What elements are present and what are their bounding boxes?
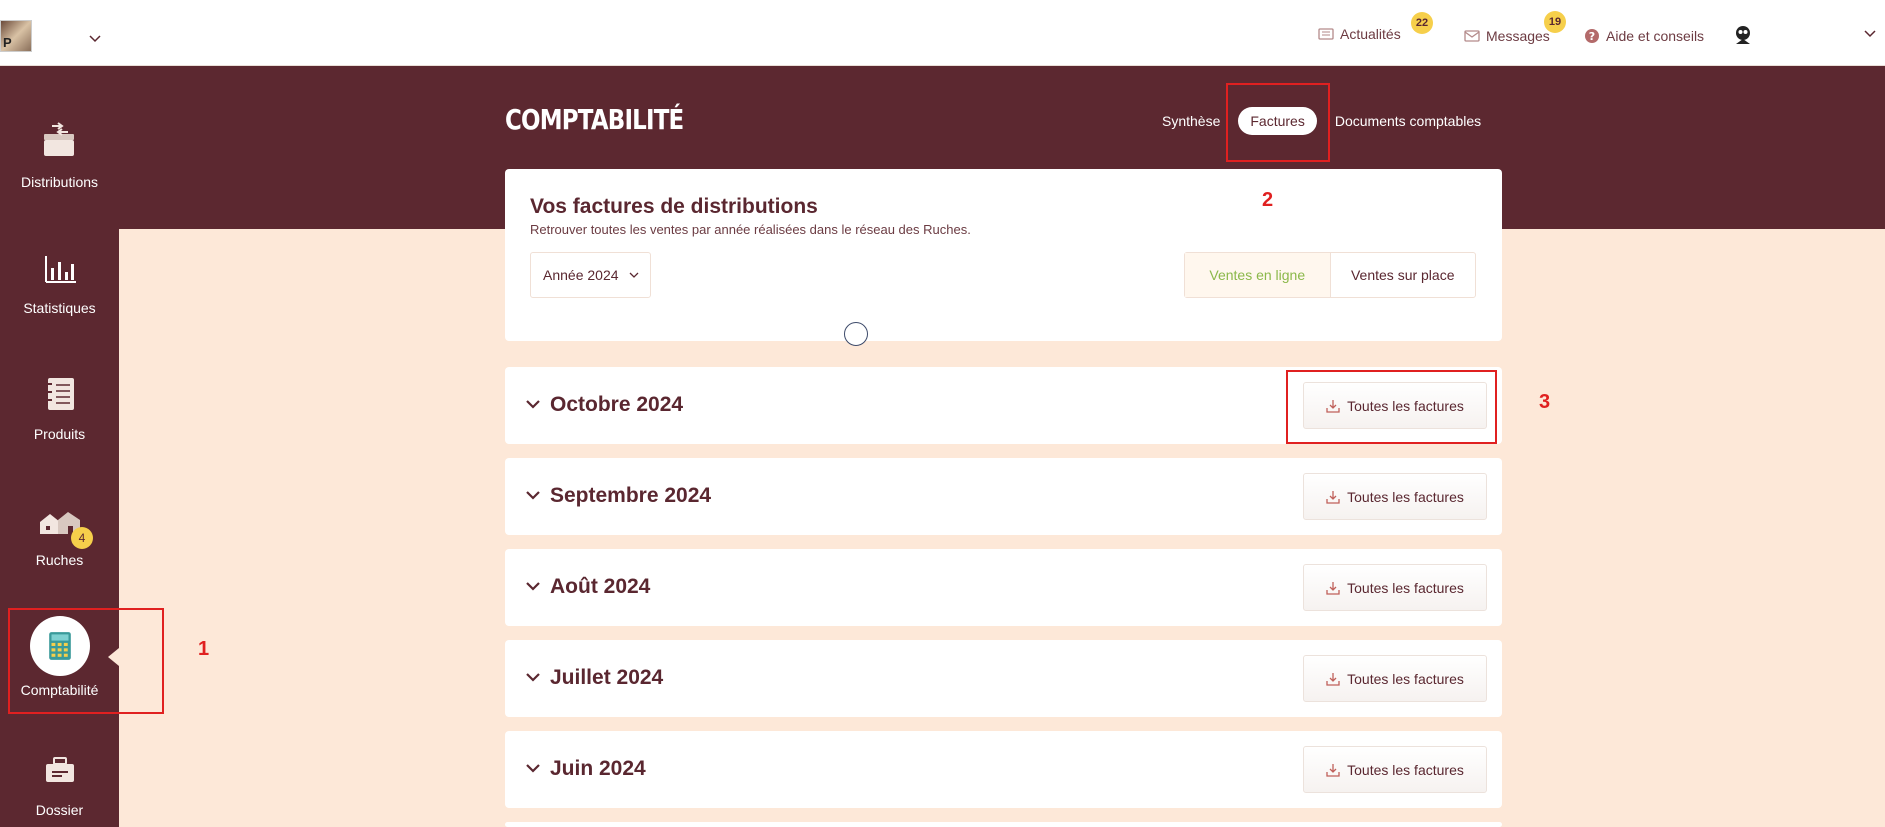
download-icon bbox=[1326, 490, 1340, 504]
news-count-badge: 22 bbox=[1411, 12, 1433, 34]
year-dropdown-value: Année 2024 bbox=[543, 267, 619, 283]
loading-spinner bbox=[844, 322, 868, 346]
card-title: Vos factures de distributions bbox=[530, 195, 818, 218]
sidebar-item-ruches[interactable]: Ruches bbox=[0, 496, 119, 568]
month-label: Août 2024 bbox=[550, 575, 651, 598]
tab-synthese[interactable]: Synthèse bbox=[1150, 107, 1232, 135]
newspaper-icon bbox=[1318, 28, 1334, 40]
account-avatar[interactable]: P bbox=[0, 20, 32, 52]
messages-label: Messages bbox=[1486, 28, 1550, 44]
annotation-box-3 bbox=[1286, 370, 1497, 444]
chevron-down-icon[interactable] bbox=[88, 34, 102, 44]
notebook-icon bbox=[36, 370, 84, 418]
download-all-invoices-button[interactable]: Toutes les factures bbox=[1303, 564, 1487, 611]
tab-documents-comptables[interactable]: Documents comptables bbox=[1323, 107, 1493, 135]
messages-count-badge: 19 bbox=[1544, 11, 1566, 33]
top-bar: P Actualités 22 Messages 19 ? Aide et co… bbox=[0, 0, 1885, 66]
month-row[interactable]: Septembre 2024 Toutes les factures bbox=[505, 458, 1502, 535]
month-label: Juin 2024 bbox=[550, 757, 646, 780]
download-button-label: Toutes les factures bbox=[1347, 761, 1464, 778]
year-dropdown[interactable]: Année 2024 bbox=[530, 252, 651, 298]
sidebar-item-label: Produits bbox=[33, 426, 86, 442]
help-label: Aide et conseils bbox=[1606, 28, 1705, 44]
month-row bbox=[505, 822, 1502, 827]
invoices-card: Vos factures de distributions Retrouver … bbox=[505, 169, 1502, 346]
download-icon bbox=[1326, 763, 1340, 777]
download-button-label: Toutes les factures bbox=[1347, 670, 1464, 687]
sidebar-item-label: Dossier bbox=[35, 802, 84, 818]
sidebar-item-label: Distributions bbox=[20, 174, 99, 190]
svg-text:?: ? bbox=[1589, 30, 1595, 43]
bar-chart-icon bbox=[36, 244, 84, 292]
annotation-box-2 bbox=[1226, 83, 1330, 162]
sales-type-toggle: Ventes en ligne Ventes sur place bbox=[1184, 252, 1476, 298]
chevron-down-icon bbox=[629, 272, 638, 278]
news-link[interactable]: Actualités bbox=[1318, 26, 1401, 42]
ruches-count-badge: 4 bbox=[71, 527, 93, 549]
messages-link[interactable]: Messages bbox=[1464, 28, 1550, 44]
distributions-icon bbox=[36, 118, 84, 166]
chevron-down-icon bbox=[526, 764, 540, 773]
card-subtitle: Retrouver toutes les ventes par année ré… bbox=[530, 222, 971, 237]
sidebar-item-produits[interactable]: Produits bbox=[0, 370, 119, 442]
sidebar-item-statistiques[interactable]: Statistiques bbox=[0, 244, 119, 316]
briefcase-icon bbox=[36, 746, 84, 794]
help-link[interactable]: ? Aide et conseils bbox=[1584, 28, 1704, 44]
download-all-invoices-button[interactable]: Toutes les factures bbox=[1303, 473, 1487, 520]
annotation-box-1 bbox=[8, 608, 164, 714]
avatar-letter: P bbox=[3, 35, 12, 50]
question-circle-icon: ? bbox=[1585, 29, 1599, 43]
chevron-down-icon bbox=[526, 582, 540, 591]
toggle-ventes-sur-place[interactable]: Ventes sur place bbox=[1331, 253, 1476, 297]
toggle-ventes-en-ligne[interactable]: Ventes en ligne bbox=[1185, 253, 1331, 297]
news-label: Actualités bbox=[1340, 26, 1401, 42]
user-profile-icon[interactable] bbox=[1732, 24, 1754, 46]
month-row[interactable]: Juin 2024 Toutes les factures bbox=[505, 731, 1502, 808]
sidebar-item-dossier[interactable]: Dossier bbox=[0, 746, 119, 818]
envelope-icon bbox=[1464, 30, 1480, 42]
month-label: Juillet 2024 bbox=[550, 666, 664, 689]
chevron-down-icon bbox=[526, 400, 540, 409]
download-button-label: Toutes les factures bbox=[1347, 488, 1464, 505]
month-label: Septembre 2024 bbox=[550, 484, 712, 507]
annotation-number-2: 2 bbox=[1262, 189, 1274, 211]
month-label: Octobre 2024 bbox=[550, 393, 684, 416]
download-icon bbox=[1326, 672, 1340, 686]
chevron-down-icon bbox=[526, 491, 540, 500]
chevron-down-icon[interactable] bbox=[1864, 30, 1876, 38]
download-icon bbox=[1326, 581, 1340, 595]
chevron-down-icon bbox=[526, 673, 540, 682]
month-row[interactable]: Juillet 2024 Toutes les factures bbox=[505, 640, 1502, 717]
sidebar-item-label: Statistiques bbox=[23, 300, 96, 316]
annotation-number-3: 3 bbox=[1539, 391, 1551, 413]
month-row[interactable]: Août 2024 Toutes les factures bbox=[505, 549, 1502, 626]
download-all-invoices-button[interactable]: Toutes les factures bbox=[1303, 746, 1487, 793]
sidebar-item-distributions[interactable]: Distributions bbox=[0, 118, 119, 190]
download-button-label: Toutes les factures bbox=[1347, 579, 1464, 596]
download-all-invoices-button[interactable]: Toutes les factures bbox=[1303, 655, 1487, 702]
annotation-number-1: 1 bbox=[198, 638, 210, 660]
sidebar-item-label: Ruches bbox=[35, 552, 84, 568]
page-title: COMPTABILITÉ bbox=[505, 103, 684, 136]
